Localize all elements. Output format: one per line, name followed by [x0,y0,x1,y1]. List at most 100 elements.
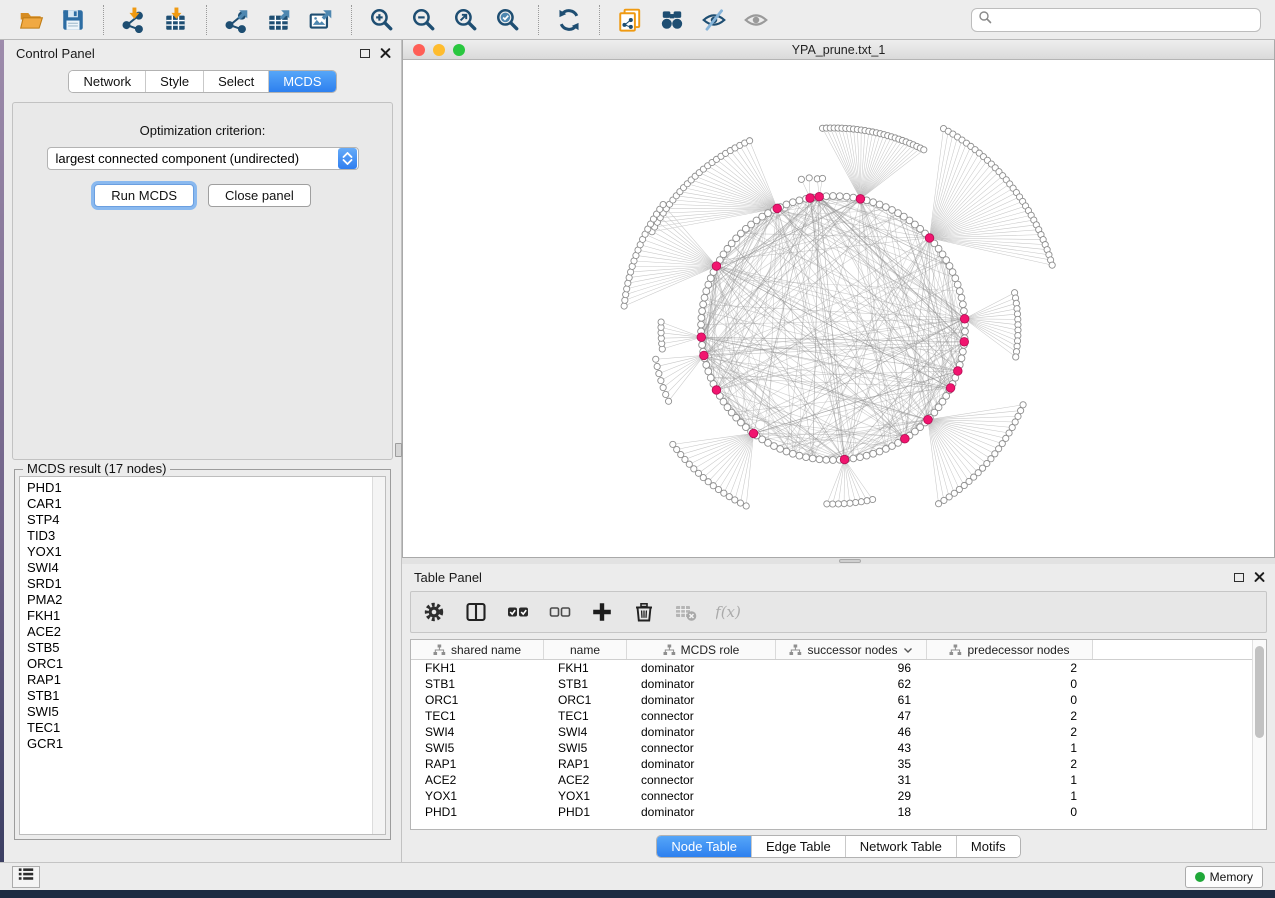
tab-mcds[interactable]: MCDS [268,71,335,92]
hide-selected-icon[interactable] [697,5,731,35]
cell-successor-nodes: 62 [776,677,927,691]
mcds-result-item[interactable]: RAP1 [27,672,372,688]
add-row-icon[interactable] [589,599,615,625]
horizontal-splitter[interactable] [402,558,1275,564]
table-row[interactable]: YOX1YOX1connector291 [411,788,1252,804]
cell-successor-nodes: 18 [776,805,927,819]
export-table-icon[interactable] [262,5,296,35]
mcds-result-item[interactable]: ORC1 [27,656,372,672]
tab-network[interactable]: Network [69,71,145,92]
column-header-MCDS-role[interactable]: MCDS role [627,640,776,659]
tab-motifs[interactable]: Motifs [956,836,1020,857]
zoom-in-icon[interactable] [365,5,399,35]
cell-MCDS-role: connector [627,709,776,723]
maximize-window-icon[interactable] [453,44,465,56]
mcds-result-item[interactable]: PHD1 [27,480,372,496]
close-panel-icon[interactable] [380,48,391,59]
mcds-result-item[interactable]: PMA2 [27,592,372,608]
mcds-result-list: PHD1CAR1STP4TID3YOX1SWI4SRD1PMA2FKH1ACE2… [19,476,386,835]
table-row[interactable]: TEC1TEC1connector472 [411,708,1252,724]
mcds-result-item[interactable]: CAR1 [27,496,372,512]
float-table-panel-icon[interactable] [1234,573,1244,582]
settings-icon[interactable] [421,599,447,625]
mcds-result-item[interactable]: TEC1 [27,720,372,736]
cell-successor-nodes: 46 [776,725,927,739]
mcds-result-item[interactable]: SRD1 [27,576,372,592]
import-table-icon[interactable] [159,5,193,35]
node-table: shared name name MCDS rolesuccessor nodesp… [410,639,1267,830]
tab-style[interactable]: Style [145,71,203,92]
column-type-icon [663,644,676,656]
column-header-label: name [570,643,600,657]
zoom-selected-icon[interactable] [491,5,525,35]
optimization-criterion-select[interactable]: largest connected component (undirected) [47,147,359,170]
mcds-result-item[interactable]: GCR1 [27,736,372,752]
table-row[interactable]: RAP1RAP1dominator352 [411,756,1252,772]
column-header-shared-name[interactable]: shared name [411,640,544,659]
export-network-icon[interactable] [220,5,254,35]
delete-row-icon[interactable] [631,599,657,625]
deselect-all-icon[interactable] [547,599,573,625]
table-scrollbar-thumb[interactable] [1255,646,1264,738]
table-row[interactable]: SWI4SWI4dominator462 [411,724,1252,740]
refresh-icon[interactable] [552,5,586,35]
table-scrollbar[interactable] [1252,640,1266,829]
cell-predecessor-nodes: 1 [927,789,1093,803]
float-panel-icon[interactable] [360,49,370,58]
import-network-icon[interactable] [117,5,151,35]
mcds-result-item[interactable]: STB5 [27,640,372,656]
open-file-icon[interactable] [14,5,48,35]
table-row[interactable]: ORC1ORC1dominator610 [411,692,1252,708]
tab-edge-table[interactable]: Edge Table [751,836,845,857]
network-window-titlebar[interactable]: YPA_prune.txt_1 [403,40,1274,60]
cell-successor-nodes: 47 [776,709,927,723]
panel-icon[interactable] [463,599,489,625]
mcds-result-item[interactable]: SWI5 [27,704,372,720]
task-history-button[interactable] [12,866,40,888]
toolbar-separator [206,5,207,35]
table-row[interactable]: STB1STB1dominator620 [411,676,1252,692]
horizontal-splitter-handle[interactable] [839,559,861,563]
mcds-result-item[interactable]: SWI4 [27,560,372,576]
mcds-result-item[interactable]: STP4 [27,512,372,528]
search-input[interactable] [992,13,1254,27]
column-type-icon [789,644,802,656]
table-row[interactable]: PHD1PHD1dominator180 [411,804,1252,820]
mcds-list-scrollbar[interactable] [372,477,385,834]
clone-network-icon[interactable] [613,5,647,35]
search-box[interactable] [971,8,1261,32]
save-session-icon[interactable] [56,5,90,35]
tab-network-table[interactable]: Network Table [845,836,956,857]
select-all-icon[interactable] [505,599,531,625]
cell-successor-nodes: 96 [776,661,927,675]
zoom-out-icon[interactable] [407,5,441,35]
table-row[interactable]: ACE2ACE2connector311 [411,772,1252,788]
run-mcds-button[interactable]: Run MCDS [94,184,194,207]
mcds-result-item[interactable]: YOX1 [27,544,372,560]
find-icon[interactable] [655,5,689,35]
table-row[interactable]: SWI5SWI5connector431 [411,740,1252,756]
mcds-result-item[interactable]: ACE2 [27,624,372,640]
minimize-window-icon[interactable] [433,44,445,56]
mcds-result-item[interactable]: TID3 [27,528,372,544]
memory-button[interactable]: Memory [1185,866,1263,888]
delete-table-icon [673,599,699,625]
column-header-predecessor-nodes[interactable]: predecessor nodes [927,640,1093,659]
optimization-criterion-value: largest connected component (undirected) [48,151,338,166]
mcds-result-item[interactable]: STB1 [27,688,372,704]
table-row[interactable]: FKH1FKH1dominator962 [411,660,1252,676]
close-panel-button[interactable]: Close panel [208,184,311,207]
network-view-canvas[interactable] [403,60,1274,557]
column-header-successor-nodes[interactable]: successor nodes [776,640,927,659]
mcds-result-item[interactable]: FKH1 [27,608,372,624]
tab-select[interactable]: Select [203,71,268,92]
table-panel-title: Table Panel [414,570,482,585]
zoom-fit-icon[interactable] [449,5,483,35]
export-image-icon[interactable] [304,5,338,35]
close-table-panel-icon[interactable] [1254,572,1265,583]
column-header-name[interactable]: name [544,640,627,659]
vertical-splitter-handle[interactable] [395,443,402,457]
tab-node-table[interactable]: Node Table [657,836,751,857]
close-window-icon[interactable] [413,44,425,56]
cell-shared-name: TEC1 [411,709,544,723]
